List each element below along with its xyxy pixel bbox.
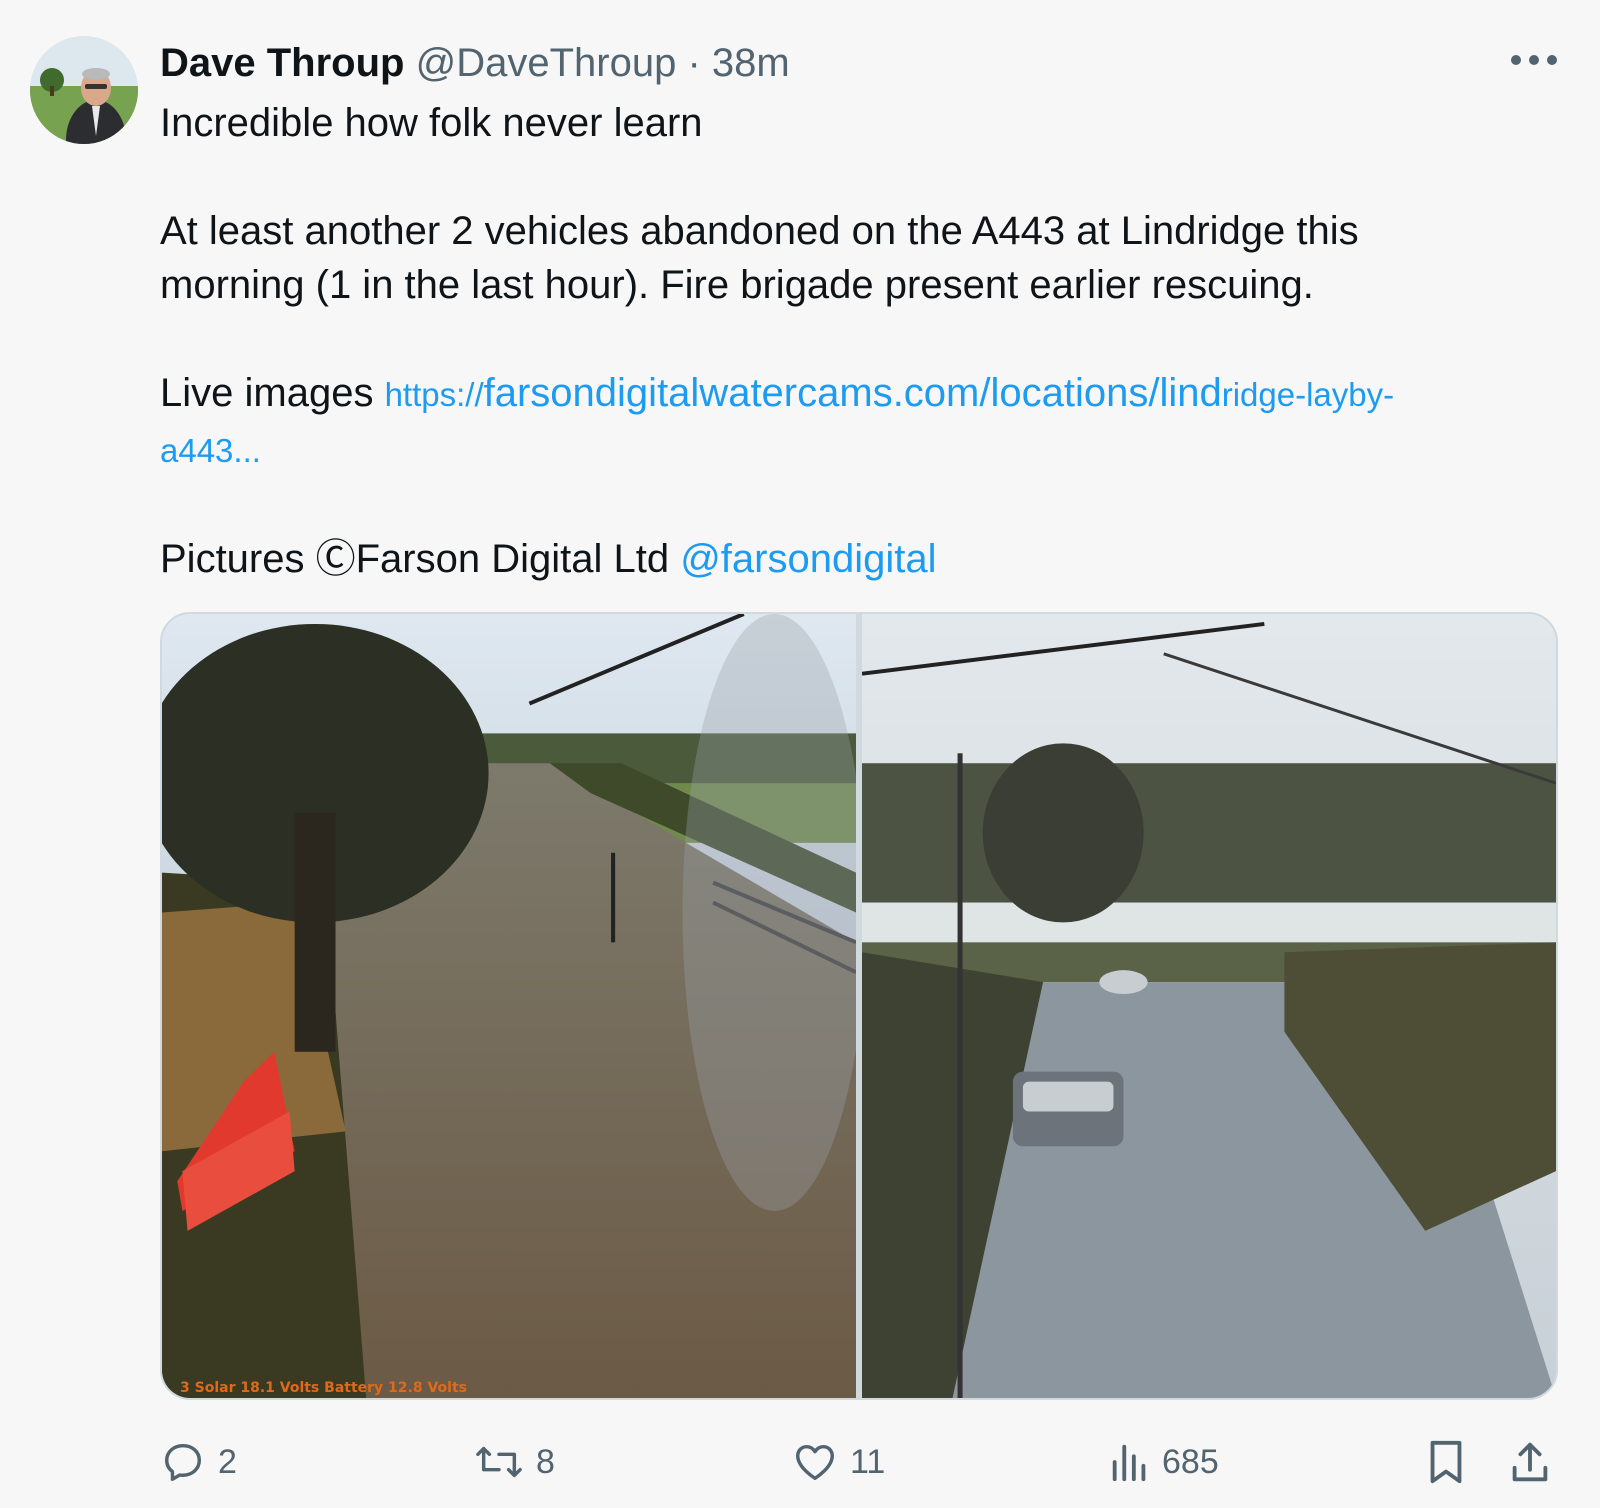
text-line-1: Incredible how folk never learn <box>160 101 703 145</box>
repost-icon <box>476 1446 522 1478</box>
views-button[interactable]: 685 <box>1110 1430 1219 1494</box>
timestamp[interactable]: 38m <box>712 41 790 85</box>
watercams-link-suffix[interactable]: ridge-layby- <box>1222 376 1394 413</box>
author-name[interactable]: Dave Throup <box>160 41 404 85</box>
mention-farsondigital[interactable]: @farsondigital <box>680 537 936 581</box>
tweet-text: Incredible how folk never learn At least… <box>160 96 1560 586</box>
text-line-2: At least another 2 vehicles abandoned on… <box>160 209 1359 253</box>
media-grid: 3 Solar 18.1 Volts Battery 12.8 Volts <box>160 612 1558 1400</box>
tweet-header: Dave Throup @DaveThroup · 38m <box>160 38 790 88</box>
flood-photo-2[interactable] <box>862 614 1556 1398</box>
watercams-link-main[interactable]: farsondigitalwatercams.com/locations/lin… <box>484 371 1222 415</box>
reply-icon <box>164 1443 202 1481</box>
bookmark-button[interactable] <box>1424 1430 1468 1494</box>
repost-button[interactable]: 8 <box>474 1430 555 1494</box>
repost-count: 8 <box>536 1442 555 1481</box>
reply-button[interactable]: 2 <box>160 1430 237 1494</box>
text-line-3: morning (1 in the last hour). Fire briga… <box>160 263 1314 307</box>
copyright-symbol: Ⓒ <box>315 537 356 581</box>
watercams-link-end[interactable]: a443... <box>160 432 261 469</box>
action-bar: 2 8 11 685 <box>0 1430 1600 1494</box>
separator-dot: · <box>687 41 701 85</box>
live-images-label: Live images <box>160 371 385 415</box>
like-button[interactable]: 11 <box>792 1430 885 1494</box>
pictures-label: Pictures <box>160 537 316 581</box>
views-chart-icon <box>1112 1444 1146 1482</box>
view-count: 685 <box>1162 1442 1219 1481</box>
like-count: 11 <box>850 1442 886 1481</box>
flood-photo-2-image <box>862 614 1556 1398</box>
bookmark-icon <box>1430 1440 1462 1484</box>
share-button[interactable] <box>1508 1430 1552 1494</box>
flood-photo-1-image <box>162 614 856 1398</box>
share-icon <box>1512 1442 1548 1482</box>
heart-icon <box>796 1444 834 1481</box>
live-images-line: Live images https://farsondigitalwaterca… <box>160 366 1560 422</box>
more-options-button[interactable] <box>1504 40 1564 80</box>
farson-credit: Farson Digital Ltd <box>355 537 681 581</box>
watercams-link-prefix[interactable]: https:// <box>385 376 484 413</box>
camera-status-overlay: 3 Solar 18.1 Volts Battery 12.8 Volts <box>180 1380 467 1396</box>
pictures-credit-line: Pictures ⒸFarson Digital Ltd @farsondigi… <box>160 532 1560 586</box>
avatar[interactable] <box>30 36 138 144</box>
more-dots-icon <box>1511 55 1557 65</box>
author-handle[interactable]: @DaveThroup <box>416 41 677 85</box>
flood-photo-1[interactable]: 3 Solar 18.1 Volts Battery 12.8 Volts <box>162 614 856 1398</box>
reply-count: 2 <box>218 1442 237 1481</box>
